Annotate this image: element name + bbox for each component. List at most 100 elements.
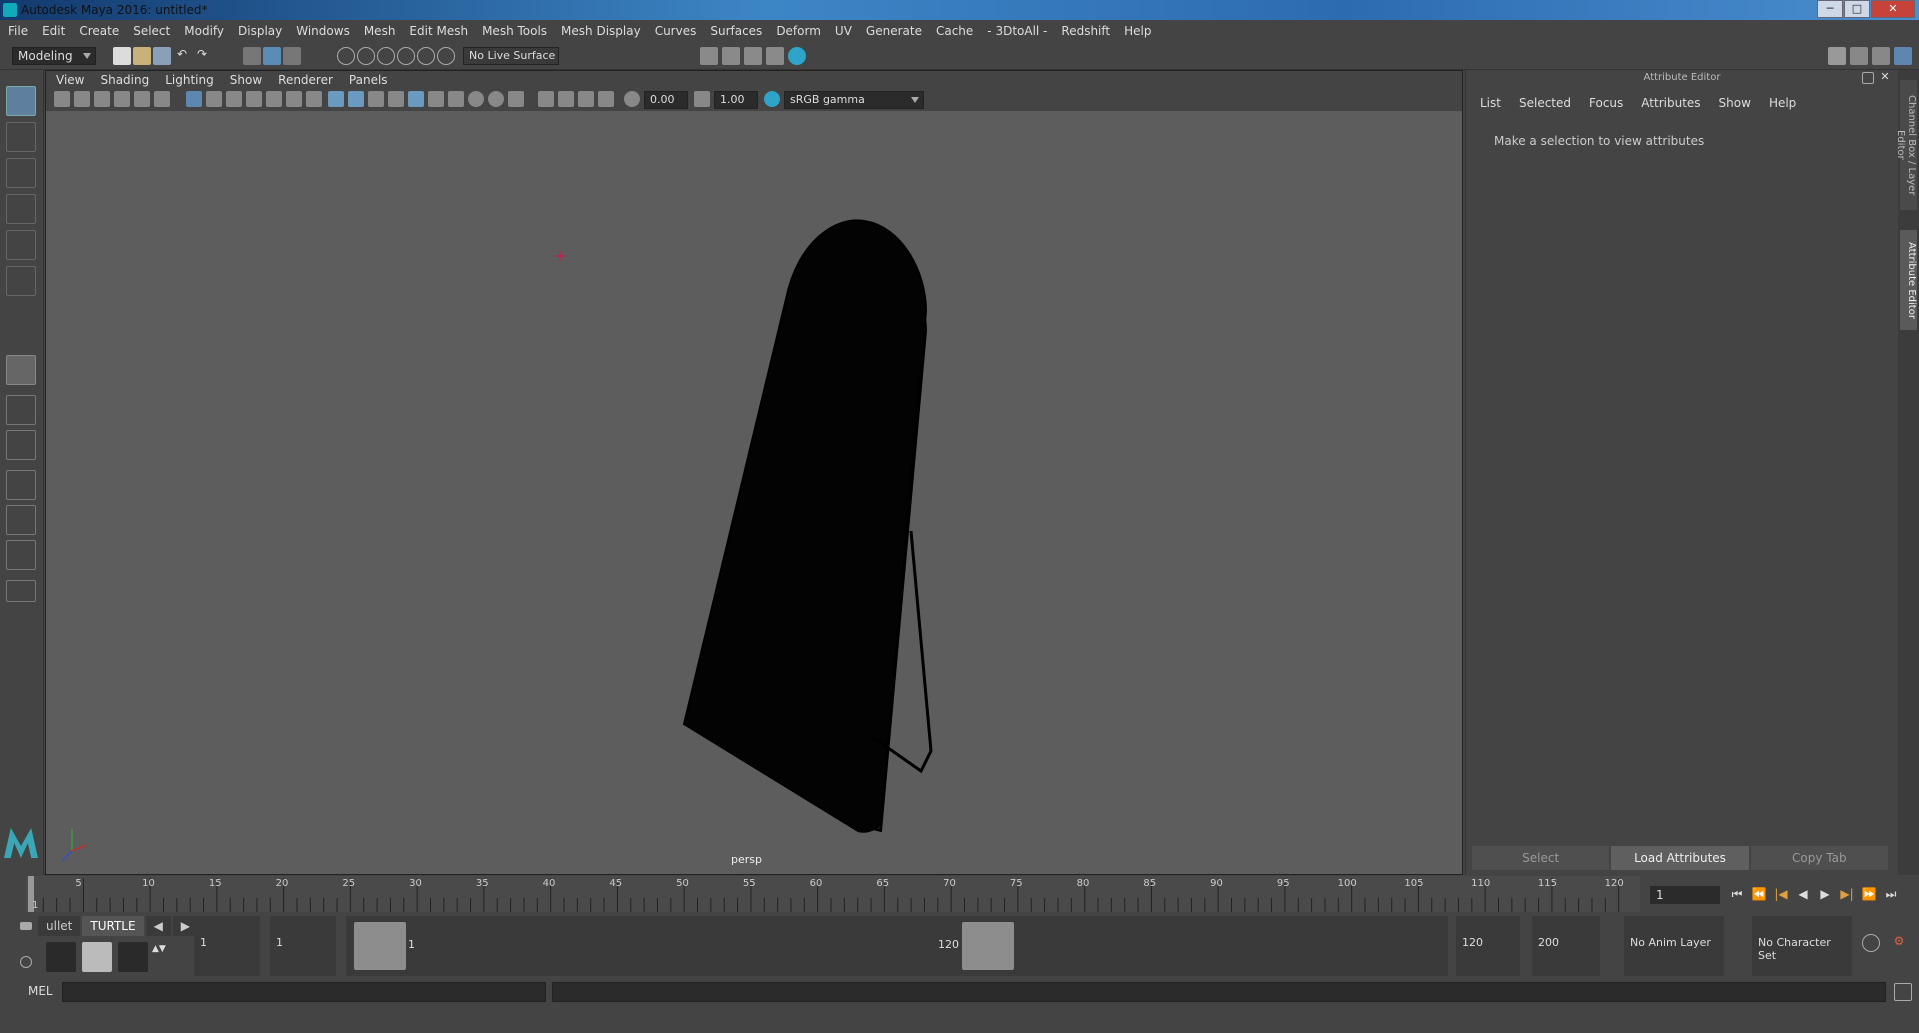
scale-tool-icon[interactable]	[6, 266, 36, 296]
use-all-lights-icon[interactable]	[408, 91, 424, 107]
select-button[interactable]: Select	[1472, 846, 1610, 870]
snap-point-icon[interactable]	[377, 47, 395, 65]
time-slider-track[interactable]: 1 5 10 15 20 25 30 35 40 45 50 55 60 65 70 75 80 85 90 95 10…	[26, 876, 1640, 912]
new-scene-icon[interactable]	[113, 47, 131, 65]
exposure-icon[interactable]	[624, 91, 640, 107]
paint-select-tool-icon[interactable]	[6, 158, 36, 188]
menu-cache[interactable]: Cache	[936, 24, 973, 38]
menu-edit-mesh[interactable]: Edit Mesh	[409, 24, 468, 38]
range-bar[interactable]: 1 120	[346, 916, 1448, 976]
four-view-layout-icon[interactable]	[6, 395, 36, 425]
attr-menu-list[interactable]: List	[1480, 96, 1501, 110]
menu-help[interactable]: Help	[1124, 24, 1151, 38]
panel-menu-panels[interactable]: Panels	[349, 73, 388, 87]
attr-menu-show[interactable]: Show	[1719, 96, 1751, 110]
select-by-hierarchy-icon[interactable]	[243, 47, 261, 65]
select-tool-icon[interactable]	[6, 86, 36, 116]
close-icon[interactable]: ✕	[1878, 70, 1892, 84]
minimize-button[interactable]: ─	[1817, 0, 1843, 18]
resolution-gate-icon[interactable]	[226, 91, 242, 107]
turtle-render-icon[interactable]	[46, 942, 76, 972]
live-surface-field[interactable]: No Live Surface	[463, 47, 559, 65]
script-editor-icon[interactable]	[1894, 983, 1912, 1001]
smooth-shade-icon[interactable]	[348, 91, 364, 107]
shelf-tab-turtle[interactable]: TURTLE	[82, 916, 144, 936]
render-view-icon[interactable]	[766, 47, 784, 65]
xray-components-icon[interactable]	[598, 91, 614, 107]
attr-menu-focus[interactable]: Focus	[1589, 96, 1623, 110]
lasso-tool-icon[interactable]	[6, 122, 36, 152]
attribute-editor-tab[interactable]: Attribute Editor	[1900, 230, 1917, 330]
panel-menu-shading[interactable]: Shading	[100, 73, 149, 87]
menu-select[interactable]: Select	[133, 24, 170, 38]
safe-title-icon[interactable]	[306, 91, 322, 107]
panel-menu-show[interactable]: Show	[230, 73, 262, 87]
auto-key-icon[interactable]	[1862, 934, 1880, 952]
step-forward-key-icon[interactable]: ▶|	[1836, 884, 1858, 904]
animation-end-field[interactable]: 200	[1532, 916, 1600, 976]
persp-outliner-layout-icon[interactable]	[6, 430, 36, 460]
persp-graph-layout-icon[interactable]	[6, 470, 36, 500]
wireframe-icon[interactable]	[328, 91, 344, 107]
play-forwards-icon[interactable]: ▶	[1814, 884, 1836, 904]
motion-blur-icon[interactable]	[488, 91, 504, 107]
maximize-button[interactable]: □	[1844, 0, 1870, 18]
channel-box-toggle-icon[interactable]	[1894, 47, 1912, 65]
menu-mesh-tools[interactable]: Mesh Tools	[482, 24, 547, 38]
panel-menu-renderer[interactable]: Renderer	[278, 73, 333, 87]
float-panel-icon[interactable]	[1862, 72, 1874, 84]
snap-grid-icon[interactable]	[337, 47, 355, 65]
safe-action-icon[interactable]	[286, 91, 302, 107]
viewport-3d[interactable]: persp	[46, 111, 1462, 874]
menu-edit[interactable]: Edit	[42, 24, 65, 38]
camera-attributes-icon[interactable]	[74, 91, 90, 107]
gamma-icon[interactable]	[694, 91, 710, 107]
hypershade-persp-layout-icon[interactable]	[6, 540, 36, 570]
xray-icon[interactable]	[558, 91, 574, 107]
xray-joints-icon[interactable]	[578, 91, 594, 107]
field-chart-icon[interactable]	[266, 91, 282, 107]
tool-settings-toggle-icon[interactable]	[1872, 47, 1890, 65]
menu-generate[interactable]: Generate	[866, 24, 922, 38]
render-frame-icon[interactable]	[722, 47, 740, 65]
move-tool-icon[interactable]	[6, 194, 36, 224]
playback-end-field[interactable]: 120	[1456, 916, 1520, 976]
bookmark-icon[interactable]	[94, 91, 110, 107]
color-management-icon[interactable]	[764, 91, 780, 107]
view-transform-dropdown[interactable]: sRGB gamma	[784, 91, 924, 109]
screen-space-ao-icon[interactable]	[468, 91, 484, 107]
snap-surface-icon[interactable]	[417, 47, 435, 65]
close-button[interactable]: ✕	[1871, 0, 1915, 18]
attribute-editor-toggle-icon[interactable]	[1850, 47, 1868, 65]
menu-surfaces[interactable]: Surfaces	[710, 24, 762, 38]
attr-menu-attributes[interactable]: Attributes	[1641, 96, 1700, 110]
outliner-persp-layout-icon[interactable]	[6, 505, 36, 535]
character-set-dropdown[interactable]: No Character Set	[1752, 916, 1852, 976]
undo-icon[interactable]: ↶	[173, 47, 191, 65]
image-plane-icon[interactable]	[114, 91, 130, 107]
grease-pencil-icon[interactable]	[154, 91, 170, 107]
custom-layout-icon[interactable]	[6, 580, 36, 602]
redo-icon[interactable]: ↷	[193, 47, 211, 65]
current-frame-field[interactable]: 1	[1650, 886, 1720, 904]
panel-menu-lighting[interactable]: Lighting	[165, 73, 214, 87]
select-by-object-icon[interactable]	[263, 47, 281, 65]
go-to-start-icon[interactable]: ⏮	[1726, 884, 1748, 904]
multisample-aa-icon[interactable]	[508, 91, 524, 107]
two-d-pan-zoom-icon[interactable]	[134, 91, 150, 107]
wireframe-on-shaded-icon[interactable]	[368, 91, 384, 107]
copy-tab-button[interactable]: Copy Tab	[1750, 846, 1888, 870]
menu-3dtoall[interactable]: - 3DtoAll -	[987, 24, 1047, 38]
animation-preferences-icon[interactable]: ⚙	[1890, 934, 1908, 952]
rotate-tool-icon[interactable]	[6, 230, 36, 260]
ipr-render-icon[interactable]	[744, 47, 762, 65]
menu-set-dropdown[interactable]: Modeling	[12, 47, 96, 65]
anim-layer-dropdown[interactable]: No Anim Layer	[1624, 916, 1724, 976]
menu-redshift[interactable]: Redshift	[1061, 24, 1110, 38]
menu-display[interactable]: Display	[238, 24, 282, 38]
menu-curves[interactable]: Curves	[655, 24, 697, 38]
shelf-settings-icon[interactable]	[20, 956, 32, 968]
shelf-tab-bullet[interactable]: ullet	[38, 916, 81, 936]
menu-mesh-display[interactable]: Mesh Display	[561, 24, 641, 38]
save-scene-icon[interactable]	[153, 47, 171, 65]
